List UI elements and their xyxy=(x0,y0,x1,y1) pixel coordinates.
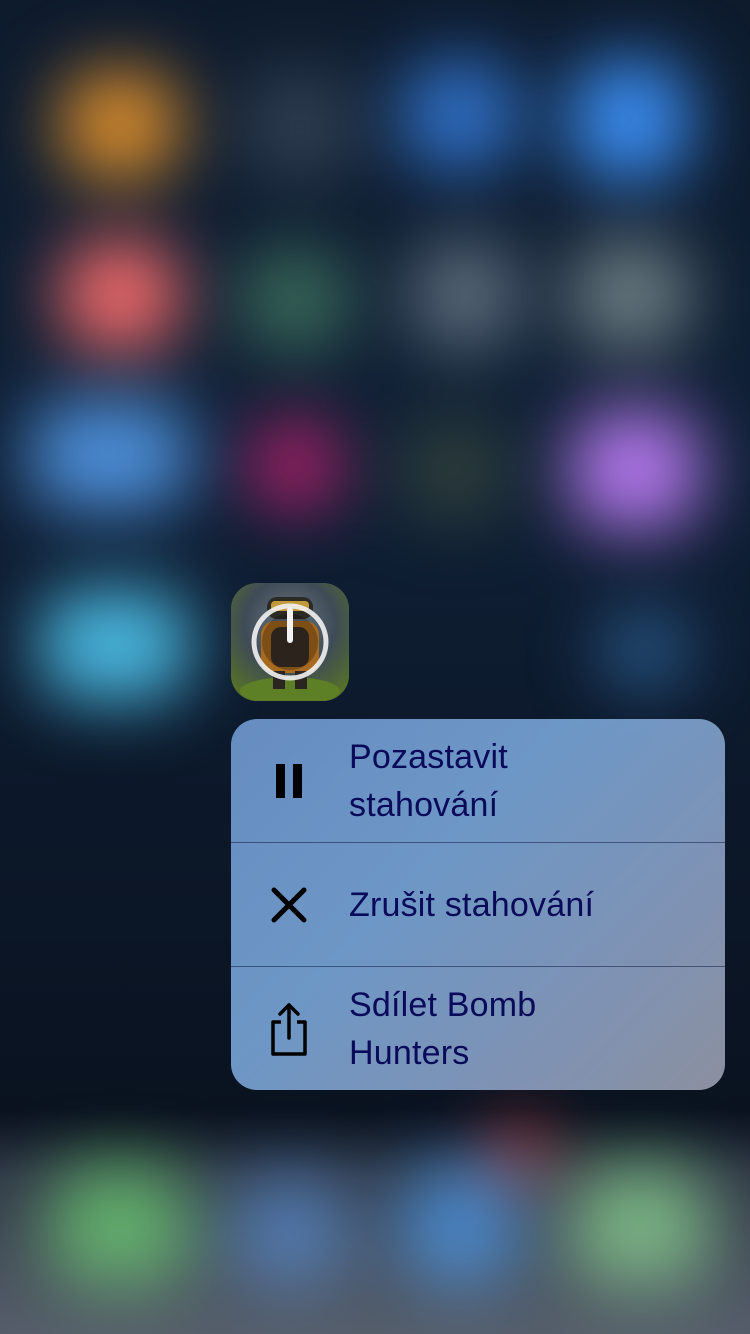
app-icon-bomb-hunters[interactable] xyxy=(231,583,349,701)
share-icon xyxy=(267,999,311,1059)
quick-action-label: Pozastavit stahování xyxy=(349,733,705,829)
quick-action-label: Zrušit stahování xyxy=(349,881,705,929)
quick-action-label: Sdílet Bomb Hunters xyxy=(349,981,705,1077)
dock-background xyxy=(0,1110,750,1334)
home-screen: Pozastavit stahování Zrušit stahování Sd… xyxy=(0,0,750,1334)
quick-action-share-app[interactable]: Sdílet Bomb Hunters xyxy=(231,967,725,1090)
quick-action-pause-download[interactable]: Pozastavit stahování xyxy=(231,719,725,842)
quick-action-cancel-download[interactable]: Zrušit stahování xyxy=(231,843,725,966)
label-line-1: Pozastavit xyxy=(349,737,508,776)
bomb-hunters-artwork xyxy=(231,583,349,701)
close-icon xyxy=(267,875,311,935)
quick-actions-menu: Pozastavit stahování Zrušit stahování Sd… xyxy=(231,719,725,1090)
label-line-1: Sdílet Bomb xyxy=(349,985,537,1024)
label-line-2: Hunters xyxy=(349,1033,470,1072)
pause-icon xyxy=(267,751,311,811)
label-line-2: stahování xyxy=(349,785,499,824)
label-line-1: Zrušit stahování xyxy=(349,885,595,924)
